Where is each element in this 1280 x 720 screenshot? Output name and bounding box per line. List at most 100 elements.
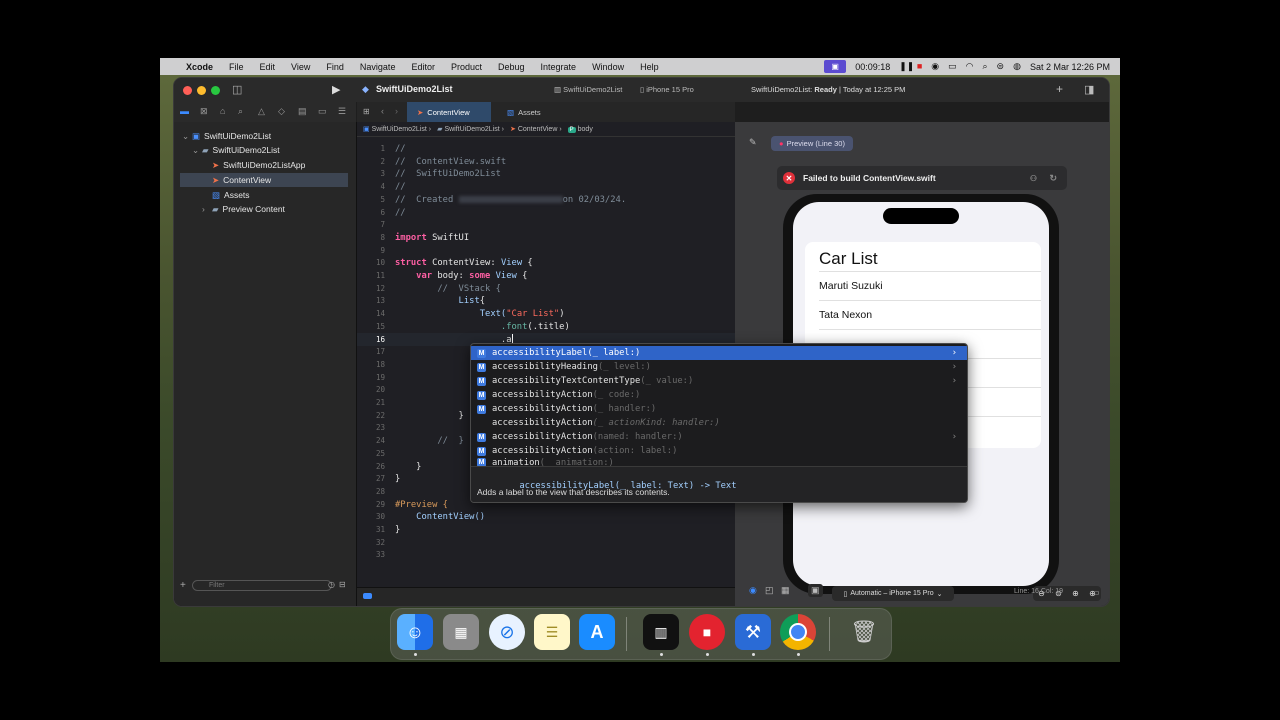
preview-device-selector[interactable]: ▯ Automatic – iPhone 15 Pro ⌄: [832, 586, 954, 601]
pin-icon[interactable]: ✎: [749, 137, 757, 148]
minimize-window-button[interactable]: [197, 86, 206, 95]
report-navigator-icon[interactable]: ☰: [338, 106, 346, 117]
debug-area-toggle-icon[interactable]: [363, 593, 372, 599]
code-line: 12 // VStack {: [375, 283, 501, 294]
piano-icon[interactable]: ▥: [643, 614, 679, 650]
control-center-icon[interactable]: ⊜: [997, 61, 1005, 72]
tab-contentview[interactable]: ➤ ContentView: [407, 102, 491, 122]
completion-item[interactable]: MaccessibilityHeading (_ level:) ›: [471, 360, 967, 374]
build-error-banner[interactable]: ✕ Failed to build ContentView.swift ⚇ ↻: [777, 166, 1067, 190]
sidebar-toggle-icon[interactable]: ◫: [232, 83, 242, 96]
scheme-selector[interactable]: ▥ SwiftUiDemo2List: [554, 85, 622, 94]
breadcrumb-project[interactable]: ▣ SwiftUiDemo2List ›: [363, 125, 431, 133]
safari-icon[interactable]: ⊘: [489, 614, 525, 650]
zoom-100-icon[interactable]: ⊕: [1072, 589, 1079, 598]
completion-item[interactable]: MaccessibilityTextContentType (_ value:) ›: [471, 374, 967, 388]
completion-item[interactable]: MaccessibilityAction (_ code:): [471, 388, 967, 402]
scheme-label: SwiftUiDemo2List: [563, 85, 623, 94]
tab-assets[interactable]: ▧ Assets: [497, 102, 557, 122]
chrome-icon[interactable]: [780, 614, 816, 650]
tree-item-app-file[interactable]: ➤ SwiftUiDemo2ListApp: [212, 158, 305, 172]
menu-edit[interactable]: Edit: [252, 62, 284, 72]
diagnostics-icon[interactable]: ⚇: [1030, 174, 1037, 183]
pause-record-icon[interactable]: ❚❚ ■: [899, 61, 922, 72]
app-store-icon[interactable]: A: [579, 614, 615, 650]
recorder-icon[interactable]: ■: [689, 614, 725, 650]
tree-item-preview-content[interactable]: › ▰ Preview Content: [202, 202, 285, 216]
device-settings-icon[interactable]: ▣: [808, 584, 823, 597]
menu-bar: Xcode File Edit View Find Navigate Edito…: [160, 58, 1120, 75]
siri-icon[interactable]: ◍: [1013, 61, 1021, 72]
battery-icon[interactable]: ▭: [948, 61, 957, 72]
menu-editor[interactable]: Editor: [403, 62, 443, 72]
completion-item[interactable]: MaccessibilityLabel (_ label:) ›: [471, 346, 967, 360]
screen-record-icon[interactable]: ▣: [824, 60, 847, 73]
issue-navigator-icon[interactable]: △: [258, 106, 265, 117]
menu-integrate[interactable]: Integrate: [533, 62, 585, 72]
run-destination-selector[interactable]: ▯ iPhone 15 Pro: [640, 85, 694, 94]
close-window-button[interactable]: [183, 86, 192, 95]
breadcrumb-symbol[interactable]: P body: [567, 126, 593, 133]
forward-arrow-icon[interactable]: ›: [395, 106, 398, 116]
completion-item[interactable]: Manimation (_ animation:): [471, 458, 967, 466]
navigator-filter-input[interactable]: Filter: [192, 580, 332, 591]
menu-help[interactable]: Help: [632, 62, 667, 72]
tree-item-contentview[interactable]: ➤ ContentView: [180, 173, 348, 187]
completion-item[interactable]: accessibilityAction (_ actionKind: handle…: [471, 416, 967, 430]
menu-product[interactable]: Product: [443, 62, 490, 72]
zoom-window-button[interactable]: [211, 86, 220, 95]
launchpad-icon[interactable]: ▦: [443, 614, 479, 650]
add-library-icon[interactable]: +: [1056, 82, 1063, 96]
tree-label: SwiftUiDemo2List: [204, 131, 272, 141]
menu-app-xcode[interactable]: Xcode: [178, 62, 221, 72]
selectable-mode-icon[interactable]: ◰: [765, 585, 774, 596]
menu-debug[interactable]: Debug: [490, 62, 533, 72]
tree-item-assets[interactable]: ▧ Assets: [212, 188, 250, 202]
breadcrumb-file[interactable]: ➤ ContentView ›: [510, 125, 562, 133]
add-file-icon[interactable]: +: [180, 580, 186, 591]
related-items-icon[interactable]: ⊞: [363, 107, 370, 116]
inspector-toggle-icon[interactable]: ◨: [1084, 83, 1094, 96]
variants-icon[interactable]: ▦: [781, 585, 790, 596]
menu-find[interactable]: Find: [318, 62, 352, 72]
run-button[interactable]: ▶: [332, 83, 340, 96]
preview-pin-button[interactable]: ● Preview (Line 30): [771, 136, 853, 151]
code-line: 9: [380, 245, 385, 255]
back-arrow-icon[interactable]: ‹: [381, 106, 384, 116]
bookmark-icon[interactable]: ⌂: [220, 106, 225, 116]
debug-navigator-icon[interactable]: ▤: [298, 106, 307, 117]
source-control-icon[interactable]: ⊠: [200, 106, 208, 117]
xcode-icon[interactable]: ⚒: [735, 614, 771, 650]
project-navigator-icon[interactable]: ▬: [180, 106, 189, 116]
menu-clock[interactable]: Sat 2 Mar 12:26 PM: [1030, 62, 1110, 72]
code-line: 11 var body: some View {: [375, 271, 528, 281]
code-line: 15 .font(.title): [375, 321, 570, 332]
accessibility-icon[interactable]: ◉: [931, 61, 939, 72]
breakpoint-navigator-icon[interactable]: ▭: [318, 106, 327, 117]
tree-item-group[interactable]: ⌄ ▰ SwiftUiDemo2List: [192, 143, 280, 157]
canvas-toggle-icon[interactable]: ▭: [1092, 588, 1100, 597]
assets-icon: ▧: [507, 107, 515, 117]
tree-item-project[interactable]: ⌄ ▣ SwiftUiDemo2List: [182, 129, 271, 143]
find-navigator-icon[interactable]: ⌕: [238, 106, 243, 117]
wifi-icon[interactable]: ◠: [966, 61, 974, 72]
finder-icon[interactable]: ☺: [397, 614, 433, 650]
menu-navigate[interactable]: Navigate: [352, 62, 404, 72]
completion-item[interactable]: MaccessibilityAction (_ handler:): [471, 402, 967, 416]
completion-item[interactable]: MaccessibilityAction (action: label:): [471, 444, 967, 458]
notes-icon[interactable]: ☰: [534, 614, 570, 650]
breadcrumb-group[interactable]: ▰ SwiftUiDemo2List ›: [437, 125, 504, 133]
live-preview-icon[interactable]: ◉: [749, 585, 757, 596]
trash-icon[interactable]: 🗑: [846, 614, 882, 650]
menu-view[interactable]: View: [283, 62, 318, 72]
recent-files-icon[interactable]: ◷: [328, 580, 335, 589]
menu-file[interactable]: File: [221, 62, 252, 72]
list-item[interactable]: Tata Nexon: [819, 301, 1041, 330]
completion-item[interactable]: MaccessibilityAction (named: handler:) ›: [471, 430, 967, 444]
refresh-icon[interactable]: ↻: [1049, 173, 1057, 184]
test-navigator-icon[interactable]: ◇: [278, 106, 285, 117]
filter-options-icon[interactable]: ⊟: [339, 580, 346, 589]
menu-window[interactable]: Window: [584, 62, 632, 72]
list-item[interactable]: Maruti Suzuki: [819, 272, 1041, 301]
spotlight-icon[interactable]: ⌕: [983, 61, 988, 72]
